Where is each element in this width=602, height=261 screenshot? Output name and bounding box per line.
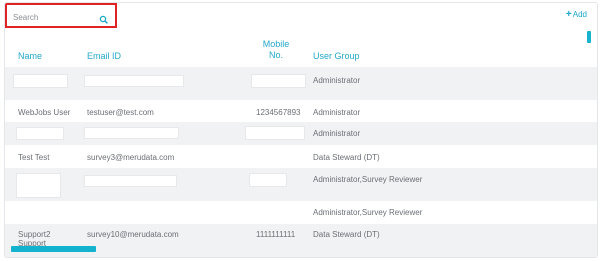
add-button-label: Add [572,10,587,19]
table-row[interactable]: Support2 Support survey10@merudata.com 1… [5,224,597,257]
mobile-cell-empty [245,126,305,140]
user-group-cell: Administrator [313,76,361,85]
mobile-cell-empty [251,74,306,88]
name-cell-empty [16,127,64,140]
email-cell-empty [84,75,184,87]
plus-icon: + [565,8,572,20]
add-button[interactable]: + Add [565,8,587,20]
column-header-mobile-line2: No. [268,50,283,60]
column-header-name[interactable]: Name [18,51,42,61]
email-cell: testuser@test.com [87,108,154,117]
name-cell-empty [16,173,61,198]
table-row[interactable]: WebJobs User testuser@test.com 123456789… [5,100,597,122]
table-row[interactable]: Administrator,Survey Reviewer [5,168,597,201]
name-cell-empty [13,74,68,88]
column-header-email[interactable]: Email ID [87,51,121,61]
name-cell: WebJobs User [18,108,71,117]
table-row[interactable]: Test Test survey3@merudata.com Data Stew… [5,145,597,168]
user-group-cell: Administrator,Survey Reviewer [313,175,423,184]
column-header-mobile[interactable]: Mobile No. [257,39,295,61]
column-header-mobile-line1: Mobile [262,39,290,49]
user-group-cell: Administrator [313,108,361,117]
table-row[interactable]: Administrator,Survey Reviewer [5,201,597,224]
table-row[interactable]: Administrator [5,122,597,145]
mobile-cell-empty [249,173,287,187]
email-cell-empty [84,127,179,139]
table-row[interactable]: Administrator [5,67,597,100]
name-cell: Support2 [18,230,51,239]
mobile-cell: 1111111111 [256,230,296,239]
email-cell: survey3@merudata.com [87,153,175,162]
horizontal-scrollbar[interactable] [11,246,96,252]
search-icon[interactable] [99,12,109,24]
search-box [5,3,117,28]
search-input[interactable] [13,11,93,23]
user-group-cell: Administrator,Survey Reviewer [313,208,423,217]
user-group-cell: Data Steward (DT) [313,230,380,239]
email-cell: survey10@merudata.com [87,230,179,239]
vertical-scrollbar[interactable] [587,31,591,43]
user-group-cell: Administrator [313,129,361,138]
user-table-panel: + Add Name Email ID Mobile No. User Grou… [4,2,598,258]
user-group-cell: Data Steward (DT) [313,153,380,162]
email-cell-empty [84,175,177,187]
mobile-cell: 1234567893 [256,108,301,117]
column-header-user-group[interactable]: User Group [313,51,360,61]
name-cell: Test Test [18,153,50,162]
